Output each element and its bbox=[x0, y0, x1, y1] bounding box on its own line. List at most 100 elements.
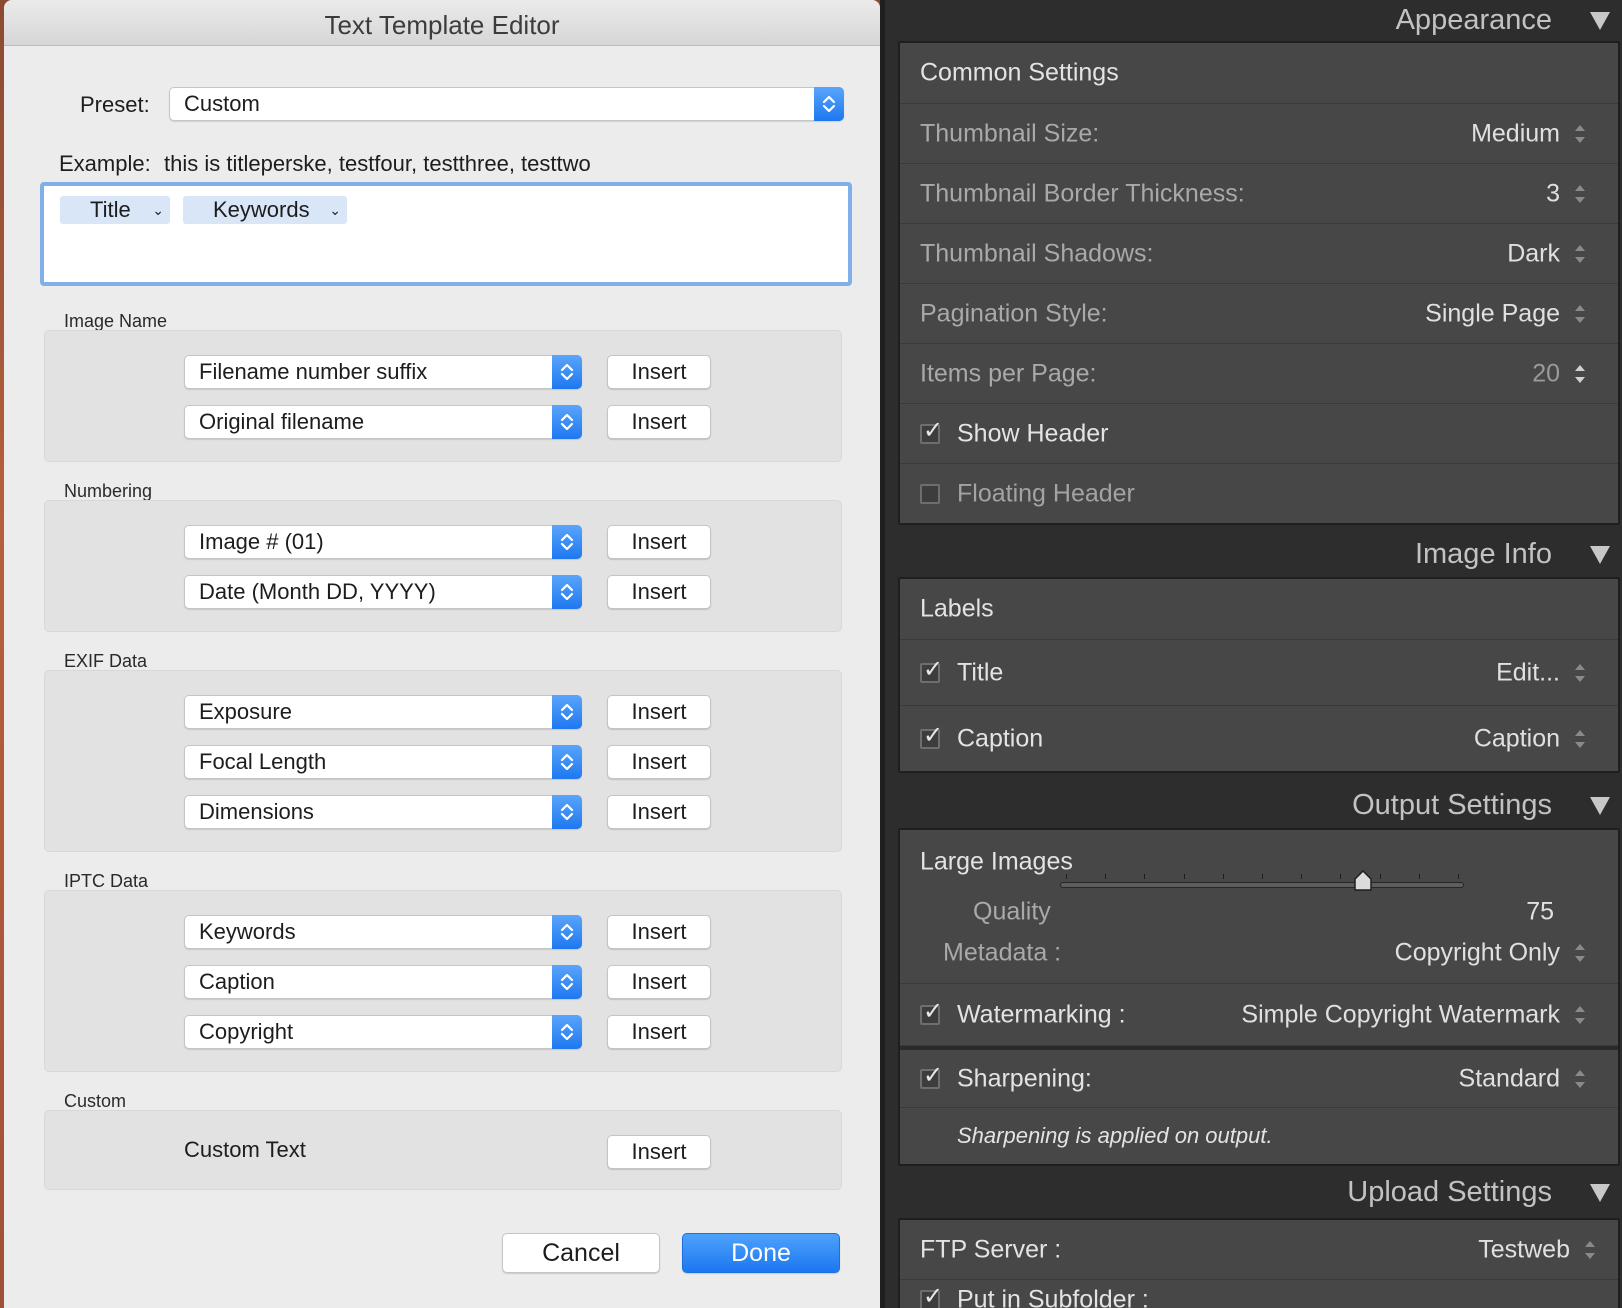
stepper-icon bbox=[1575, 184, 1585, 203]
slider-tick bbox=[1301, 874, 1303, 879]
insert-button[interactable]: Insert bbox=[607, 745, 711, 779]
popup-copyright[interactable]: Copyright bbox=[184, 1015, 582, 1049]
watermarking-checkbox[interactable]: ✓ bbox=[920, 999, 943, 1025]
insert-button[interactable]: Insert bbox=[607, 525, 711, 559]
floating-header-checkbox[interactable] bbox=[920, 483, 940, 504]
common-settings-row: Common Settings bbox=[900, 43, 1618, 104]
stepper-icon bbox=[552, 1015, 582, 1049]
stepper-icon bbox=[1585, 1240, 1595, 1259]
title-label-row[interactable]: ✓ Title Edit... bbox=[900, 640, 1618, 706]
checkmark-icon: ✓ bbox=[923, 997, 944, 1025]
done-button[interactable]: Done bbox=[682, 1233, 840, 1273]
group-image-name bbox=[44, 330, 842, 462]
group-label-exif: EXIF Data bbox=[64, 651, 148, 671]
insert-button[interactable]: Insert bbox=[607, 795, 711, 829]
token-title[interactable]: Title ⌄ bbox=[60, 196, 170, 224]
template-token-field[interactable]: Title ⌄ Keywords ⌄ bbox=[40, 182, 852, 286]
preset-label: Preset: bbox=[80, 92, 150, 117]
preset-stepper-icon bbox=[814, 87, 844, 121]
disclosure-triangle-icon bbox=[1590, 12, 1610, 30]
checkmark-icon: ✓ bbox=[923, 1283, 944, 1308]
popup-original-filename[interactable]: Original filename bbox=[184, 405, 582, 439]
section-header-upload-settings[interactable]: Upload Settings bbox=[885, 1172, 1622, 1214]
disclosure-triangle-icon bbox=[1590, 797, 1610, 815]
slider-tick bbox=[1066, 874, 1067, 879]
preset-value: Custom bbox=[184, 91, 260, 116]
token-keywords[interactable]: Keywords ⌄ bbox=[183, 196, 347, 224]
text-template-editor-dialog: Text Template Editor Preset: Custom Exam… bbox=[4, 0, 880, 1308]
insert-button[interactable]: Insert bbox=[607, 355, 711, 389]
slider-tick bbox=[1379, 874, 1381, 879]
group-label-image-name: Image Name bbox=[64, 311, 168, 331]
insert-button[interactable]: Insert bbox=[607, 965, 711, 999]
insert-button[interactable]: Insert bbox=[607, 405, 711, 439]
stepper-icon bbox=[1575, 944, 1585, 962]
popup-dimensions[interactable]: Dimensions bbox=[184, 795, 582, 829]
dialog-title: Text Template Editor bbox=[4, 0, 880, 46]
appearance-box: Common Settings Thumbnail Size: Medium T… bbox=[898, 41, 1620, 525]
group-custom bbox=[44, 1110, 842, 1190]
popup-focal-length[interactable]: Focal Length bbox=[184, 745, 582, 779]
show-header-row[interactable]: ✓ Show Header bbox=[900, 404, 1618, 464]
title-checkbox[interactable]: ✓ bbox=[920, 657, 943, 683]
quality-slider-track[interactable] bbox=[1060, 882, 1464, 888]
popup-date[interactable]: Date (Month DD, YYYY) bbox=[184, 575, 582, 609]
large-images-row: Large Images Quality 75 Metadata : Copyr… bbox=[900, 830, 1618, 984]
insert-custom-button[interactable]: Insert bbox=[607, 1135, 711, 1169]
insert-button[interactable]: Insert bbox=[607, 915, 711, 949]
section-header-output-settings[interactable]: Output Settings bbox=[885, 785, 1622, 827]
show-header-checkbox[interactable]: ✓ bbox=[920, 418, 943, 444]
web-settings-panel: Appearance Common Settings Thumbnail Siz… bbox=[885, 0, 1622, 1308]
stepper-icon bbox=[1575, 304, 1585, 323]
floating-header-row[interactable]: Floating Header bbox=[900, 464, 1618, 523]
insert-button[interactable]: Insert bbox=[607, 575, 711, 609]
popup-exposure[interactable]: Exposure bbox=[184, 695, 582, 729]
section-header-image-info[interactable]: Image Info bbox=[885, 534, 1622, 576]
stepper-icon bbox=[552, 965, 582, 999]
example-value: this is titleperske, testfour, testthree… bbox=[164, 151, 591, 176]
stepper-icon bbox=[552, 525, 582, 559]
sharpening-checkbox[interactable]: ✓ bbox=[920, 1063, 943, 1089]
thumbnail-shadows-row[interactable]: Thumbnail Shadows: Dark bbox=[900, 224, 1618, 284]
insert-button[interactable]: Insert bbox=[607, 695, 711, 729]
stepper-icon bbox=[552, 405, 582, 439]
subfolder-row[interactable]: ✓ Put in Subfolder : bbox=[900, 1280, 1618, 1308]
disclosure-triangle-icon bbox=[1590, 546, 1610, 564]
popup-caption[interactable]: Caption bbox=[184, 965, 582, 999]
sharpening-note: Sharpening is applied on output. bbox=[957, 1123, 1273, 1148]
slider-tick bbox=[1183, 874, 1185, 879]
cancel-button[interactable]: Cancel bbox=[502, 1233, 660, 1273]
popup-keywords[interactable]: Keywords bbox=[184, 915, 582, 949]
custom-text-label: Custom Text bbox=[184, 1137, 306, 1162]
upload-settings-box: FTP Server : Testweb ✓ Put in Subfolder … bbox=[898, 1218, 1620, 1308]
stepper-icon bbox=[1575, 729, 1585, 748]
quality-slider-knob[interactable] bbox=[1353, 870, 1373, 892]
subfolder-checkbox[interactable]: ✓ bbox=[920, 1285, 943, 1308]
slider-tick bbox=[1418, 874, 1420, 879]
stepper-icon bbox=[1575, 124, 1585, 143]
pagination-style-row[interactable]: Pagination Style: Single Page bbox=[900, 284, 1618, 344]
caption-checkbox[interactable]: ✓ bbox=[920, 723, 943, 749]
group-label-custom: Custom bbox=[64, 1091, 127, 1111]
caption-label-row[interactable]: ✓ Caption Caption bbox=[900, 706, 1618, 771]
insert-button[interactable]: Insert bbox=[607, 1015, 711, 1049]
checkmark-icon: ✓ bbox=[923, 416, 944, 444]
ftp-server-row[interactable]: FTP Server : Testweb bbox=[900, 1220, 1618, 1280]
group-numbering bbox=[44, 500, 842, 632]
section-header-appearance[interactable]: Appearance bbox=[885, 0, 1622, 42]
preset-popup[interactable]: Custom bbox=[169, 87, 844, 121]
thumbnail-border-row[interactable]: Thumbnail Border Thickness: 3 bbox=[900, 164, 1618, 224]
sharpening-row[interactable]: ✓ Sharpening: Standard bbox=[900, 1050, 1618, 1108]
popup-image-number[interactable]: Image # (01) bbox=[184, 525, 582, 559]
metadata-label: Metadata : bbox=[943, 938, 1062, 967]
metadata-value[interactable]: Copyright Only bbox=[1395, 939, 1560, 968]
items-per-page-row[interactable]: Items per Page: 20 bbox=[900, 344, 1618, 404]
thumbnail-size-row[interactable]: Thumbnail Size: Medium bbox=[900, 104, 1618, 164]
watermarking-row[interactable]: ✓ Watermarking : Simple Copyright Waterm… bbox=[900, 984, 1618, 1046]
quality-value: 75 bbox=[1526, 897, 1554, 926]
stepper-icon bbox=[1575, 364, 1585, 383]
labels-heading: Labels bbox=[920, 594, 994, 623]
popup-filename-number-suffix[interactable]: Filename number suffix bbox=[184, 355, 582, 389]
slider-tick bbox=[1340, 874, 1342, 879]
quality-label: Quality bbox=[973, 897, 1051, 926]
